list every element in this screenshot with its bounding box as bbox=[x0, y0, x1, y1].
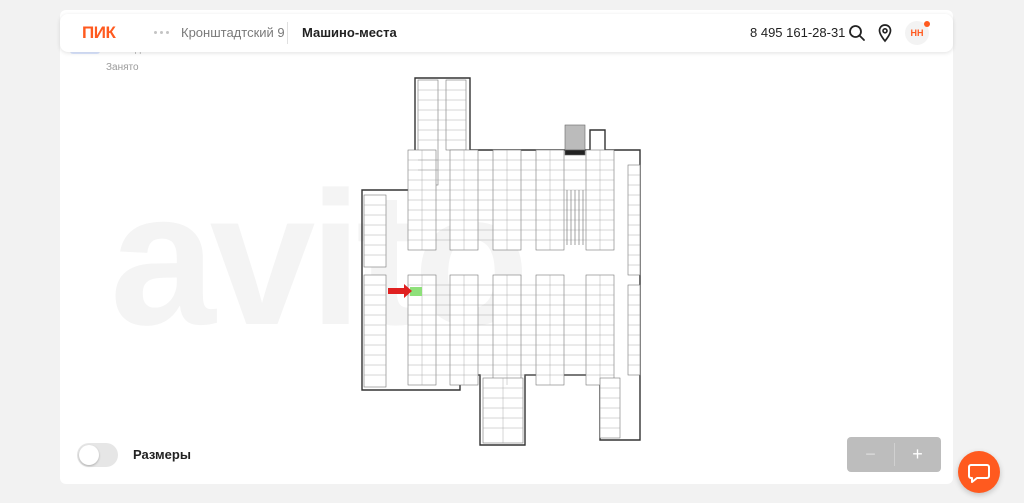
notification-dot bbox=[924, 21, 930, 27]
zoom-in-button[interactable]: + bbox=[894, 437, 941, 472]
toggle-knob bbox=[79, 445, 99, 465]
parking-floor-plan[interactable] bbox=[350, 70, 660, 450]
avatar-initials: НН bbox=[910, 28, 924, 38]
dimensions-toggle[interactable] bbox=[77, 443, 118, 467]
location-pin-icon[interactable] bbox=[875, 23, 895, 43]
phone-link[interactable]: 8 495 161-28-31 bbox=[750, 25, 845, 40]
parking-blocks bbox=[363, 79, 641, 444]
logo[interactable]: ПИК bbox=[82, 23, 116, 43]
highlighted-parking-space[interactable] bbox=[410, 287, 422, 296]
page-title: Машино-места bbox=[302, 25, 397, 40]
top-header: ПИК Кронштадтский 9 Машино-места 8 495 1… bbox=[60, 14, 953, 52]
dimensions-toggle-label: Размеры bbox=[133, 447, 191, 462]
avatar[interactable]: НН bbox=[905, 21, 930, 45]
divider bbox=[287, 22, 288, 44]
breadcrumb-project[interactable]: Кронштадтский 9 bbox=[181, 25, 285, 40]
chat-icon bbox=[968, 464, 990, 483]
search-icon[interactable] bbox=[847, 23, 867, 43]
breadcrumb-more-icon[interactable] bbox=[154, 31, 172, 35]
chat-button[interactable] bbox=[958, 451, 1000, 493]
legend-occupied-label: Занято bbox=[106, 62, 139, 73]
zoom-controls: − + bbox=[847, 437, 941, 472]
ramp bbox=[564, 124, 586, 245]
zoom-out-button[interactable]: − bbox=[847, 437, 894, 472]
